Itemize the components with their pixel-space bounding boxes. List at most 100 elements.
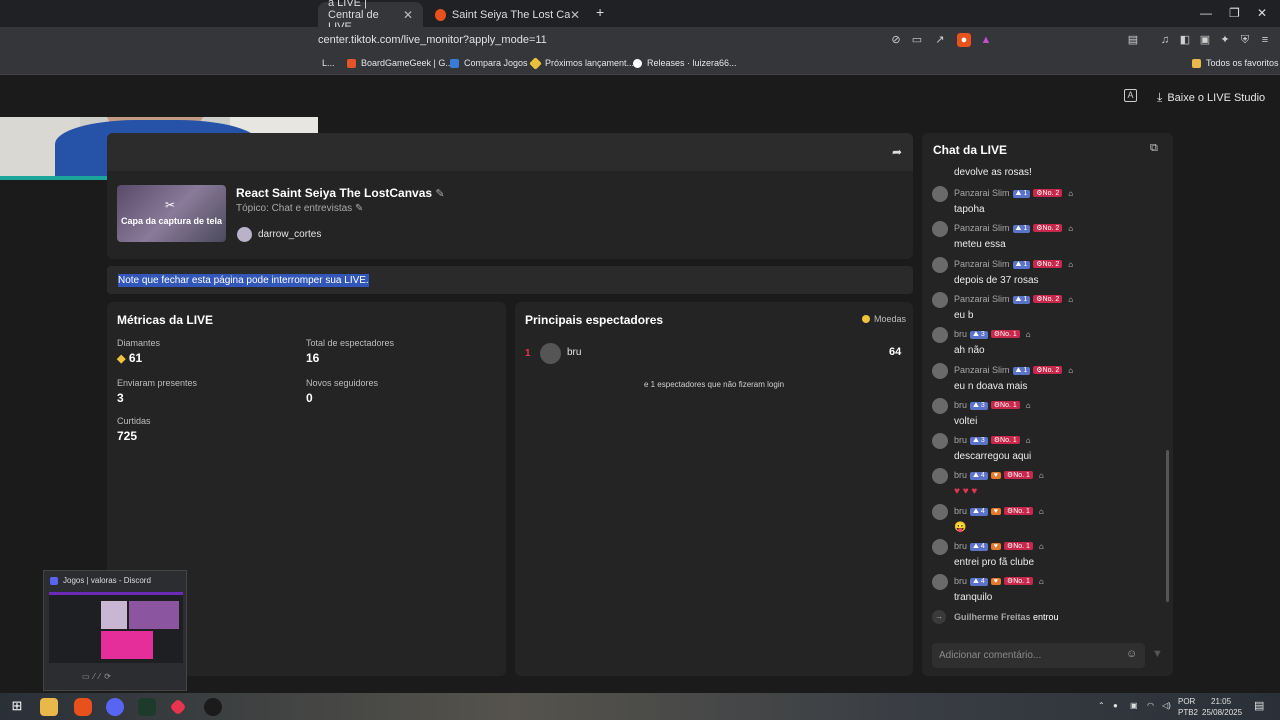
home-icon[interactable]: ⌂	[1039, 542, 1044, 551]
menu-icon[interactable]: ≡	[1258, 33, 1272, 47]
chat-username[interactable]: bru	[954, 435, 967, 445]
enter-icon: →	[932, 610, 946, 624]
leo-icon[interactable]: ✦	[1218, 33, 1232, 47]
wallet-icon[interactable]: ▣	[1198, 33, 1212, 47]
url-input[interactable]: center.tiktok.com/live_monitor?apply_mod…	[318, 34, 547, 46]
all-bookmarks[interactable]: Todos os favoritos	[1192, 58, 1279, 68]
chat-username[interactable]: Panzarai Slim	[954, 294, 1010, 304]
top-viewers-title: Principais espectadores	[525, 313, 664, 327]
rank-badge: ⚙No. 1	[1003, 507, 1033, 515]
fan-club-badge: ♥	[990, 578, 1001, 585]
chat-username[interactable]: bru	[954, 400, 967, 410]
level-badge: ⛰ 3	[970, 437, 988, 445]
chat-username[interactable]: Panzarai Slim	[954, 365, 1010, 375]
chat-text: descarregou aqui	[954, 451, 1032, 462]
home-icon[interactable]: ⌂	[1068, 189, 1073, 198]
chat-scrollbar[interactable]	[1166, 450, 1169, 602]
clock-date[interactable]: 25/08/2025	[1202, 708, 1242, 717]
avatar	[932, 574, 948, 590]
comment-input[interactable]: Adicionar comentário... ☺	[932, 643, 1145, 668]
chat-username[interactable]: bru	[954, 576, 967, 586]
bookmark-label: BoardGameGeek | G...	[361, 58, 453, 68]
close-window-icon[interactable]: ✕	[1257, 6, 1267, 20]
close-icon[interactable]: ✕	[570, 8, 580, 22]
restore-icon[interactable]: ❐	[1229, 6, 1240, 20]
send-icon[interactable]: ▼	[1152, 648, 1163, 660]
volume-icon[interactable]: ◁)	[1162, 701, 1171, 710]
home-icon[interactable]: ⌂	[1068, 224, 1073, 233]
lang-indicator[interactable]: POR	[1178, 697, 1195, 706]
layout-indicator[interactable]: PTB2	[1178, 708, 1198, 717]
reader-icon[interactable]: ◧	[1178, 33, 1192, 47]
bookmark-item[interactable]: Próximos lançament...	[529, 56, 634, 70]
brave-shield-icon[interactable]: ●	[957, 33, 971, 47]
share-icon[interactable]: ➦	[892, 145, 902, 159]
live-title-text: React Saint Seiya The LostCanvas	[236, 186, 433, 200]
tab-live-center[interactable]: a LIVE | Central de LIVE ✕	[318, 0, 423, 33]
rank-value: No. 2	[1042, 261, 1060, 268]
bookmark-item[interactable]: L...	[322, 58, 335, 68]
chat-username[interactable]: Panzarai Slim	[954, 188, 1010, 198]
home-icon[interactable]: ⌂	[1026, 401, 1031, 410]
chat-username[interactable]: bru	[954, 329, 967, 339]
discord-preview[interactable]: Jogos | valoras - Discord ▭⁄⁄⟳	[43, 570, 187, 691]
bgg-icon	[347, 58, 356, 68]
wifi-icon[interactable]: ◠	[1147, 701, 1154, 710]
join-notice: Guilherme Freitas entrou	[954, 612, 1059, 622]
start-icon[interactable]: ⊞	[8, 698, 26, 716]
bookmark-item[interactable]: Releases · luizera66...	[633, 58, 737, 68]
music-icon[interactable]: ♫	[1158, 33, 1172, 47]
discord-icon[interactable]	[106, 698, 124, 716]
notification-icon[interactable]: ▤	[1254, 699, 1264, 712]
new-tab-button[interactable]: +	[596, 4, 604, 20]
chat-text: tranquilo	[954, 592, 993, 603]
brave-icon[interactable]	[74, 698, 92, 716]
display-icon[interactable]: ▣	[1130, 701, 1138, 710]
popout-icon[interactable]: ⧉	[1150, 142, 1158, 155]
home-icon[interactable]: ⌂	[1026, 436, 1031, 445]
rewards-icon[interactable]: ▲	[979, 33, 993, 47]
cover-button[interactable]: ✂ Capa da captura de tela	[117, 185, 226, 242]
chat-username[interactable]: Panzarai Slim	[954, 259, 1010, 269]
chat-username[interactable]: bru	[954, 506, 967, 516]
likes-label: Curtidas	[117, 416, 151, 426]
home-icon[interactable]: ⌂	[1026, 330, 1031, 339]
explorer-icon[interactable]	[40, 698, 58, 716]
obs-icon[interactable]	[204, 698, 222, 716]
emoji-icon[interactable]: ☺	[1126, 648, 1137, 660]
tab-saint-seiya[interactable]: Saint Seiya The Lost Canvas Prison of ✕	[425, 2, 590, 27]
discord-title-text: Jogos | valoras - Discord	[63, 576, 151, 585]
clock-time[interactable]: 21:05	[1211, 697, 1231, 706]
discord-controls[interactable]: ▭⁄⁄⟳	[82, 672, 148, 684]
edit-icon[interactable]: ✎	[435, 188, 444, 200]
viewer-name[interactable]: bru	[567, 347, 581, 358]
diamonds-value: ◆ 61	[117, 351, 142, 365]
home-icon[interactable]: ⌂	[1039, 507, 1044, 516]
no-track-icon[interactable]: ⊘	[889, 33, 903, 47]
share-icon[interactable]: ↗	[933, 33, 947, 47]
sidebar-icon[interactable]: ▤	[1126, 33, 1140, 47]
home-icon[interactable]: ⌂	[1068, 366, 1073, 375]
close-icon[interactable]: ✕	[403, 8, 413, 22]
app-icon[interactable]	[138, 698, 156, 716]
bookmark-item[interactable]: Compara Jogos	[450, 58, 528, 68]
chat-username[interactable]: Panzarai Slim	[954, 223, 1010, 233]
chat-username[interactable]: bru	[954, 541, 967, 551]
minimize-icon[interactable]: —	[1200, 6, 1212, 20]
cast-icon[interactable]: ▭	[910, 33, 924, 47]
home-icon[interactable]: ⌂	[1068, 295, 1073, 304]
top-viewers-panel	[515, 302, 913, 676]
rank-value: No. 2	[1042, 225, 1060, 232]
home-icon[interactable]: ⌂	[1068, 260, 1073, 269]
chat-username[interactable]: bru	[954, 470, 967, 480]
bookmark-item[interactable]: BoardGameGeek | G...	[347, 58, 453, 68]
tray-chevron-icon[interactable]: ⌃	[1098, 701, 1105, 710]
translate-icon[interactable]: A	[1124, 89, 1137, 102]
vpn-icon[interactable]: ⛨	[1238, 33, 1252, 47]
fan-club-badge: ♥	[990, 543, 1001, 550]
mic-icon[interactable]: ●	[1113, 701, 1118, 710]
home-icon[interactable]: ⌂	[1039, 471, 1044, 480]
edit-icon[interactable]: ✎	[355, 203, 363, 214]
home-icon[interactable]: ⌂	[1039, 577, 1044, 586]
download-studio-button[interactable]: ⤓ Baixe o LIVE Studio	[1157, 90, 1265, 105]
